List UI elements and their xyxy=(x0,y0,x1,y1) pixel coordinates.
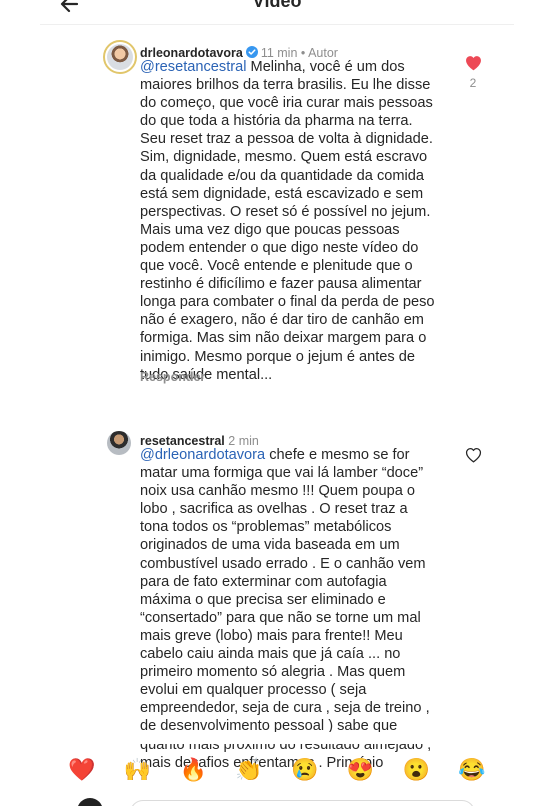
surprised-emoji[interactable]: 😮 xyxy=(399,757,433,783)
heart-icon[interactable] xyxy=(465,55,482,71)
avatar[interactable] xyxy=(107,431,131,455)
comment-body: chefe e mesmo se for matar uma formiga q… xyxy=(140,447,432,771)
heart-eyes-emoji[interactable]: 😍 xyxy=(344,757,378,783)
heart-outline-icon[interactable] xyxy=(465,447,482,463)
avatar xyxy=(77,798,103,806)
clapping-emoji[interactable]: 👏 xyxy=(232,757,266,783)
avatar-image xyxy=(107,44,133,70)
emoji-reaction-bar: ❤️ 🙌 🔥 👏 😢 😍 😮 😂 xyxy=(0,744,554,796)
page-title: Vídeo xyxy=(252,0,302,11)
comment-text: @drleonardotavora chefe e mesmo se for m… xyxy=(140,446,440,772)
raised-hands-emoji[interactable]: 🙌 xyxy=(121,757,155,783)
comment-reply: resetancestral 2 min @drleonardotavora c… xyxy=(0,428,554,771)
heart-emoji[interactable]: ❤️ xyxy=(65,757,99,783)
comment-text: @resetancestral Melinha, você é um dos m… xyxy=(140,58,440,384)
header-divider xyxy=(40,24,514,25)
comment-author: drleonardotavora 11 min • Autor @resetanc… xyxy=(0,40,554,400)
comment-input[interactable] xyxy=(130,800,475,806)
verified-badge-icon xyxy=(245,46,258,58)
like-control: 2 xyxy=(462,55,484,90)
like-control xyxy=(462,447,484,463)
fire-emoji[interactable]: 🔥 xyxy=(176,757,210,783)
crying-emoji[interactable]: 😢 xyxy=(288,757,322,783)
comment-body: Melinha, você é um dos maiores brilhos d… xyxy=(140,59,435,383)
top-bar: Vídeo xyxy=(0,0,554,26)
comment-mention[interactable]: @resetancestral xyxy=(140,59,246,75)
comment-mention[interactable]: @drleonardotavora xyxy=(140,447,265,463)
scroll-fade xyxy=(0,732,554,744)
like-count: 2 xyxy=(469,76,477,90)
laughing-emoji[interactable]: 😂 xyxy=(455,757,489,783)
reply-button[interactable]: Responder xyxy=(140,370,205,384)
comment-input-row xyxy=(0,796,554,806)
avatar[interactable] xyxy=(103,40,137,74)
